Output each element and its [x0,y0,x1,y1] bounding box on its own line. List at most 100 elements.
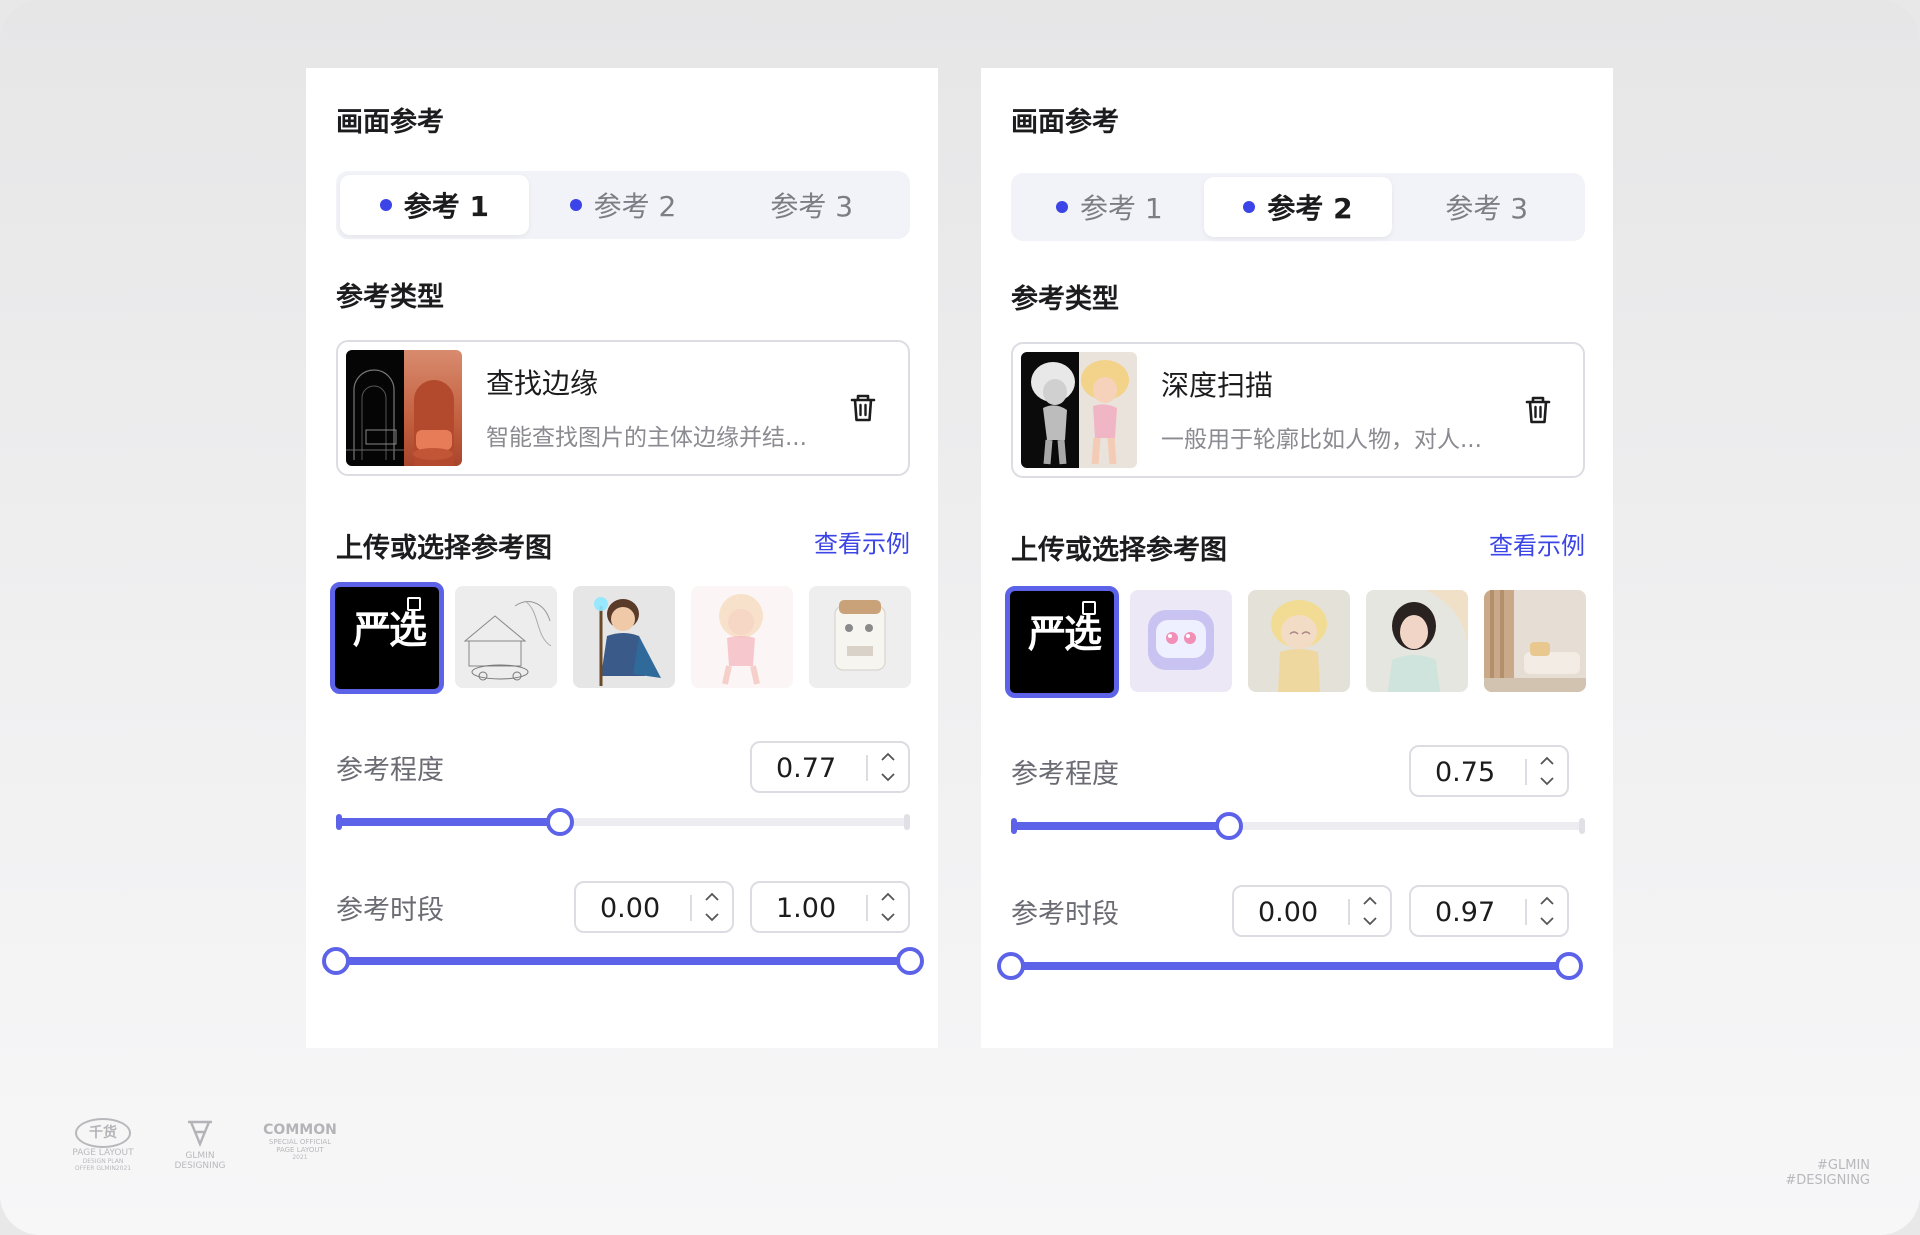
hashtag-designing: #DESIGNING [1785,1173,1870,1188]
slider-handle[interactable] [1215,812,1243,840]
reference-tabs: 参考 1 参考 2 参考 3 [1011,173,1585,241]
slider-start-cap [1011,818,1017,834]
degree-slider[interactable] [336,802,910,842]
period-end-value: 1.00 [776,893,837,924]
stepper-divider [690,895,692,921]
period-start-input[interactable]: 0.00 [1232,885,1392,937]
footer-hashtags: #GLMIN #DESIGNING [1785,1158,1870,1188]
chevron-down-icon[interactable] [1537,773,1557,789]
period-end-value: 0.97 [1435,897,1496,928]
reference-type-card[interactable]: 深度扫描 一般用于轮廓比如人物，对人... [1011,342,1585,478]
period-range-slider[interactable] [997,946,1583,986]
degree-slider[interactable] [1011,806,1585,846]
upload-section-title: 上传或选择参考图 [336,533,552,564]
range-end-handle[interactable] [896,947,924,975]
tab-label: 参考 3 [1445,192,1529,225]
chevron-down-icon[interactable] [878,909,898,925]
range-start-handle[interactable] [997,952,1025,980]
footer-logo-2: GLMIN DESIGNING [172,1118,228,1171]
gallery-item-girl-portrait[interactable] [1366,590,1468,692]
type-description: 智能查找图片的主体边缘并结... [486,425,807,451]
view-example-link[interactable]: 查看示例 [814,524,910,559]
chevron-up-icon[interactable] [878,749,898,765]
status-dot-icon [1055,201,1068,213]
tab-reference-2[interactable]: 参考 2 [1203,177,1393,237]
gallery-item-coffee-machine[interactable] [809,586,911,688]
logo-mark [1082,601,1096,615]
tab-reference-2[interactable]: 参考 2 [529,175,718,235]
chevron-up-icon[interactable] [878,889,898,905]
gallery-item-robot[interactable] [1130,590,1232,692]
type-name: 深度扫描 [1161,369,1274,402]
reference-panel-2: 画面参考 参考 1 参考 2 参考 3 参考类型 深度扫描 一般用于轮廓比如人物… [981,68,1613,1048]
footer-logo-3-line3: 2021 [292,1154,308,1161]
type-thumbnail [1021,352,1137,468]
degree-label: 参考程度 [1011,759,1119,790]
degree-number-input[interactable]: 0.77 [750,741,910,793]
reference-tabs: 参考 1 参考 2 参考 3 [336,171,910,239]
chevron-down-icon[interactable] [878,769,898,785]
gallery-item-living-room[interactable] [1484,590,1586,692]
reference-gallery: 严选 [330,582,911,698]
period-label: 参考时段 [1011,899,1119,930]
status-dot-icon [379,199,392,211]
type-section-title: 参考类型 [1011,284,1119,315]
period-start-value: 0.00 [1258,897,1319,928]
panel-title: 画面参考 [336,107,444,138]
chevron-down-icon[interactable] [1360,913,1380,929]
trash-icon[interactable] [1523,394,1553,426]
footer-logo-1: 千货 PAGE LAYOUT DESIGN PLAN OFFER GLMIN20… [72,1118,134,1172]
tab-label: 参考 2 [1267,192,1353,225]
degree-value: 0.77 [776,753,837,784]
tab-label: 参考 3 [770,190,854,223]
tab-reference-3[interactable]: 参考 3 [717,175,906,235]
view-example-link[interactable]: 查看示例 [1489,526,1585,561]
gallery-item-cartoon-boy[interactable] [573,586,675,688]
type-thumbnail [346,350,462,466]
gallery-item-sketch-house[interactable] [455,586,557,688]
chevron-up-icon[interactable] [702,889,722,905]
gallery-item-logo[interactable]: 严选 [1005,586,1119,698]
chevron-up-icon[interactable] [1537,893,1557,909]
period-end-input[interactable]: 0.97 [1409,885,1569,937]
reference-type-card[interactable]: 查找边缘 智能查找图片的主体边缘并结... [336,340,910,476]
stepper-divider [1525,759,1527,785]
type-name: 查找边缘 [486,367,599,400]
slider-fill [1011,962,1569,970]
reference-panel-1: 画面参考 参考 1 参考 2 参考 3 参考类型 查找边缘 智能查找图片的主体边… [306,68,938,1048]
gallery-item-fairy[interactable] [691,586,793,688]
period-start-input[interactable]: 0.00 [574,881,734,933]
period-range-slider[interactable] [322,941,924,981]
footer-logo-3-mark: COMMON [263,1122,337,1138]
degree-label: 参考程度 [336,755,444,786]
stepper-divider [1525,899,1527,925]
tab-reference-1[interactable]: 参考 1 [1015,177,1204,237]
type-description: 一般用于轮廓比如人物，对人... [1161,427,1482,453]
chevron-down-icon[interactable] [702,909,722,925]
glmin-mark-icon [188,1120,212,1148]
tab-reference-3[interactable]: 参考 3 [1392,177,1581,237]
slider-handle[interactable] [546,808,574,836]
footer-logo-3-line1: SPECIAL OFFICIAL [268,1138,332,1146]
slider-fill [1011,822,1229,830]
footer-logo-3: COMMON SPECIAL OFFICIAL PAGE LAYOUT 2021 [262,1122,338,1161]
chevron-down-icon[interactable] [1537,913,1557,929]
footer-logo-1-line1: PAGE LAYOUT [72,1148,134,1158]
footer-logo-2-line1: GLMIN [185,1151,215,1161]
degree-number-input[interactable]: 0.75 [1409,745,1569,797]
tab-reference-1[interactable]: 参考 1 [340,175,529,235]
range-end-handle[interactable] [1555,952,1583,980]
tab-label: 参考 1 [1079,192,1163,225]
chevron-up-icon[interactable] [1360,893,1380,909]
tab-label: 参考 1 [403,190,489,223]
range-start-handle[interactable] [322,947,350,975]
reference-gallery: 严选 [1005,586,1586,702]
period-end-input[interactable]: 1.00 [750,881,910,933]
footer-logo-1-mark: 千货 [75,1118,131,1148]
trash-icon[interactable] [848,392,878,424]
gallery-item-logo[interactable]: 严选 [330,582,444,694]
chevron-up-icon[interactable] [1537,753,1557,769]
slider-start-cap [336,814,342,830]
degree-value: 0.75 [1435,757,1496,788]
gallery-item-3d-doll[interactable] [1248,590,1350,692]
